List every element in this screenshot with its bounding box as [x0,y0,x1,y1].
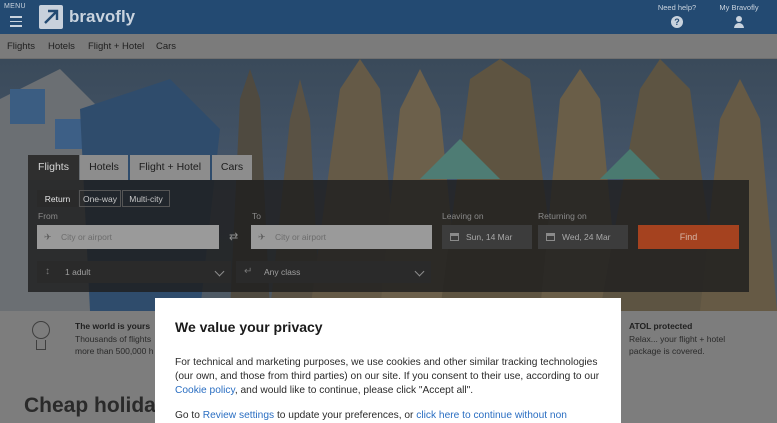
feature-atol-text: Relax... your flight + hotel package is … [629,333,759,357]
passengers-select[interactable]: ↕ 1 adult [37,261,231,283]
swap-icon[interactable]: ⇄ [229,230,238,243]
tab-cars[interactable]: Cars [212,155,252,180]
feature-atol-line-1: Relax... your flight + hotel [629,334,726,344]
feature-atol-line-2: package is covered. [629,346,705,356]
cookie-foot-text-1: Go to [175,410,200,421]
returning-label: Returning on [538,211,587,221]
trip-return[interactable]: Return [37,190,78,207]
to-placeholder: City or airport [275,232,327,242]
passengers-value: 1 adult [65,267,91,277]
cookie-policy-link[interactable]: Cookie policy [175,385,235,396]
cookie-dialog-footer: Go to Review settings to update your pre… [175,410,615,422]
seat-icon: ↵ [244,266,253,277]
leaving-label: Leaving on [442,211,484,221]
continue-without-link[interactable]: click here to continue without non [416,410,567,421]
chevron-down-icon [214,266,225,277]
cookie-dialog-body: For technical and marketing purposes, we… [175,356,605,398]
calendar-icon [450,233,459,241]
menu-label: MENU [4,3,26,10]
feature-world-title: The world is yours [75,321,151,331]
chevron-down-icon [414,266,425,277]
sub-navigation: Flights Hotels Flight + Hotel Cars [0,34,777,59]
from-placeholder: City or airport [61,232,113,242]
subnav-flights[interactable]: Flights [7,41,35,52]
from-input[interactable]: ✈ City or airport [37,225,219,249]
tab-hotels[interactable]: Hotels [80,155,128,180]
account-link[interactable]: My Bravofly [715,3,763,28]
leaving-date-field[interactable]: Sun, 14 Mar [442,225,532,249]
section-headline: Cheap holidays [24,394,155,417]
plane-takeoff-icon: ✈ [44,232,52,242]
cookie-body-text-2: , and would like to continue, please cli… [234,385,474,396]
question-icon: ? [671,16,683,28]
subnav-hotels[interactable]: Hotels [48,41,75,52]
cookie-dialog-title: We value your privacy [175,319,323,335]
find-button[interactable]: Find [638,225,739,249]
subnav-flight-hotel[interactable]: Flight + Hotel [88,41,144,52]
feature-world-text: Thousands of flights more than 500,000 h [75,333,155,357]
user-icon [733,16,745,28]
top-header: MENU bravofly Need help? ? My Bravofly [0,0,777,34]
tab-flight-hotel[interactable]: Flight + Hotel [130,155,210,180]
help-link[interactable]: Need help? ? [654,3,700,28]
trip-one-way[interactable]: One-way [79,190,121,207]
cookie-consent-dialog: We value your privacy For technical and … [155,298,621,423]
to-input[interactable]: ✈ City or airport [251,225,432,249]
bravofly-logo-icon[interactable] [39,5,63,29]
trip-multi-city[interactable]: Multi-city [122,190,170,207]
from-label: From [38,211,58,221]
globe-icon [30,321,52,353]
tab-flights[interactable]: Flights [28,155,79,180]
help-label: Need help? [657,3,697,12]
account-label: My Bravofly [719,3,759,12]
returning-date-value: Wed, 24 Mar [562,232,611,242]
logo-text[interactable]: bravofly [69,7,135,27]
cookie-body-text-1: For technical and marketing purposes, we… [175,357,600,382]
feature-world-line-1: Thousands of flights [75,334,152,344]
menu-button[interactable]: MENU [0,0,33,34]
review-settings-link[interactable]: Review settings [203,410,274,421]
class-value: Any class [264,267,301,277]
class-select[interactable]: ↵ Any class [236,261,431,283]
hamburger-icon [10,16,22,27]
subnav-cars[interactable]: Cars [156,41,176,52]
person-icon: ↕ [45,266,50,277]
cookie-foot-text-2: to update your preferences, or [276,410,414,421]
leaving-date-value: Sun, 14 Mar [466,232,513,242]
returning-date-field[interactable]: Wed, 24 Mar [538,225,628,249]
to-label: To [252,211,261,221]
feature-atol-title: ATOL protected [629,321,693,331]
calendar-icon [546,233,555,241]
plane-landing-icon: ✈ [258,232,266,242]
feature-world-line-2: more than 500,000 h [75,346,154,356]
